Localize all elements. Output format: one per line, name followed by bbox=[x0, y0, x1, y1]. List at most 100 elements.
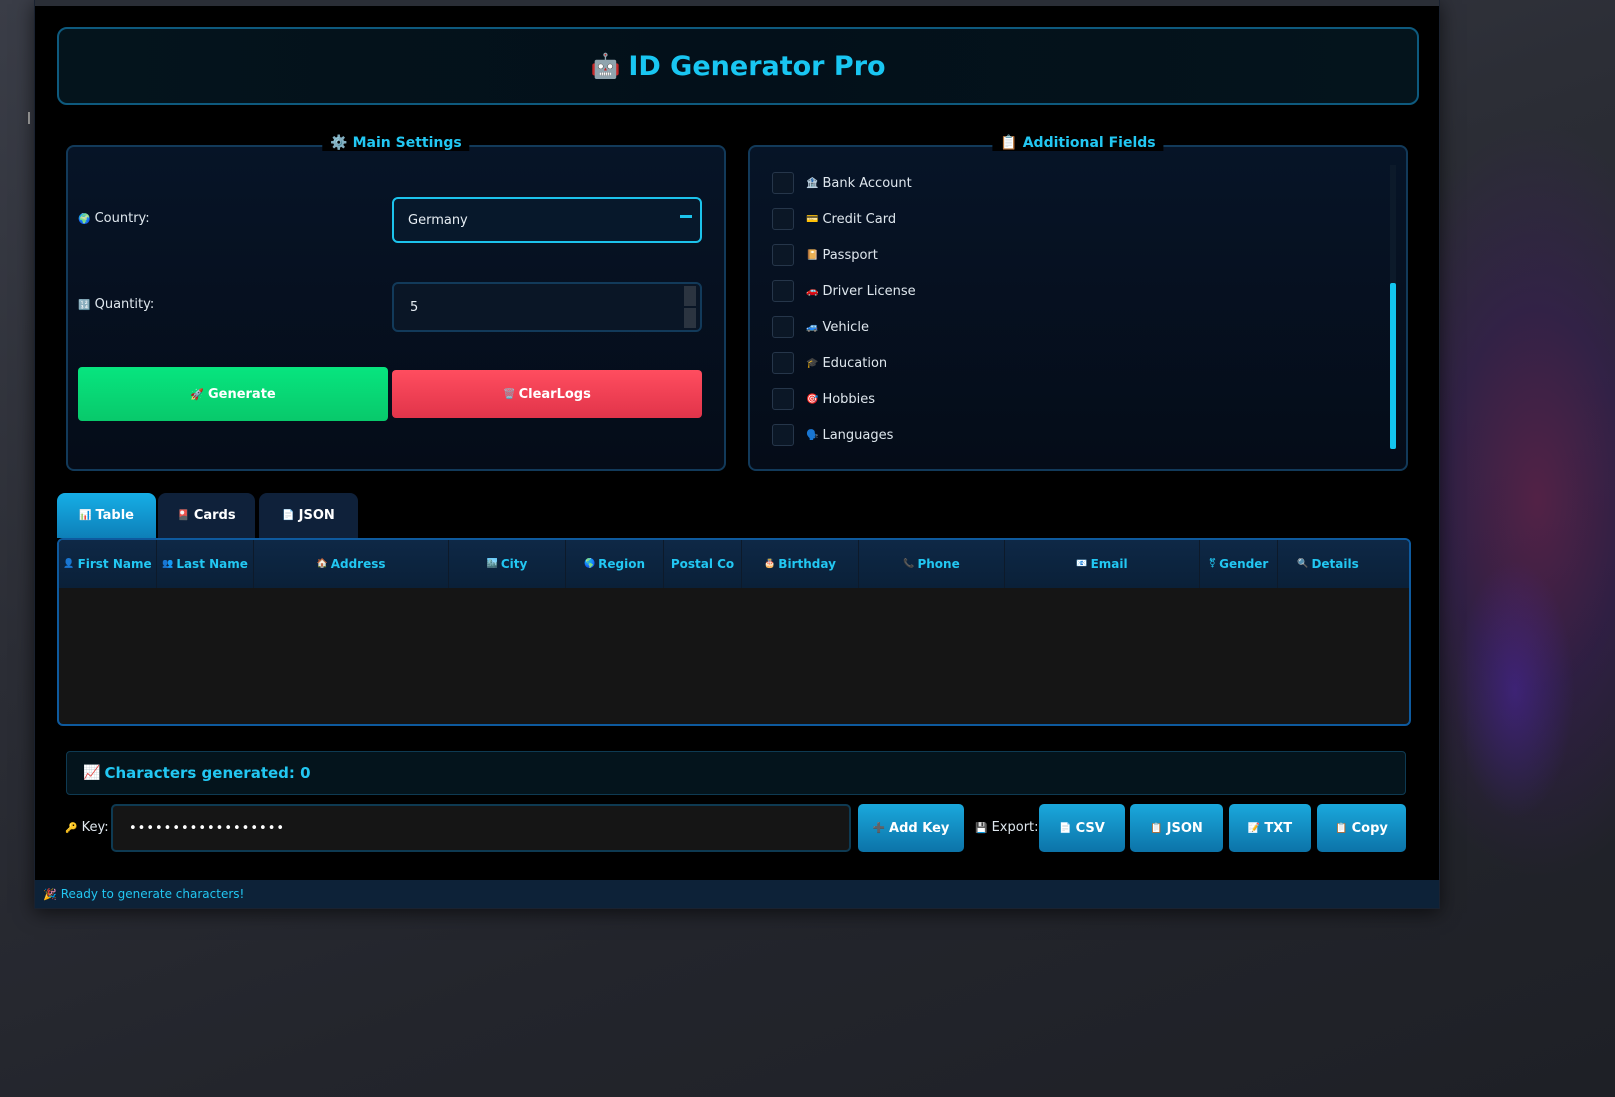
export-txt-button[interactable]: 📝 TXT bbox=[1229, 804, 1311, 852]
driver-license-checkbox[interactable] bbox=[772, 280, 794, 302]
column-header-birthday[interactable]: 🎂 Birthday bbox=[742, 540, 859, 588]
app-title: ID Generator Pro bbox=[628, 50, 886, 82]
dropdown-indicator-icon[interactable] bbox=[680, 215, 692, 218]
key-icon: 🔑 bbox=[65, 823, 78, 834]
email-icon: 📧 bbox=[1076, 559, 1088, 569]
tab-cards[interactable]: 🎴 Cards bbox=[158, 493, 255, 538]
passport-icon: 📔 bbox=[806, 249, 819, 261]
car-icon: 🚗 bbox=[806, 285, 819, 297]
chart-up-icon: 📈 bbox=[83, 765, 101, 781]
person-icon: 👤 bbox=[63, 559, 75, 569]
languages-checkbox[interactable] bbox=[772, 424, 794, 446]
copy-button[interactable]: 📋 Copy bbox=[1317, 804, 1406, 852]
country-select-value: Germany bbox=[408, 212, 468, 228]
bar-chart-icon: 📊 bbox=[79, 510, 92, 521]
quantity-label: 🔢 Quantity: bbox=[78, 297, 155, 312]
key-label: 🔑 Key: bbox=[65, 820, 109, 835]
key-masked-value: •••••••••••••••••• bbox=[129, 820, 286, 836]
robot-icon: 🤖 bbox=[590, 52, 621, 80]
key-password-field[interactable]: •••••••••••••••••• bbox=[111, 804, 851, 852]
globe-icon: 🌍 bbox=[78, 214, 91, 225]
quantity-stepper[interactable] bbox=[684, 286, 696, 328]
window-top-bar[interactable] bbox=[35, 0, 1439, 6]
field-option-driver-license[interactable]: 🚗 Driver License bbox=[772, 273, 916, 309]
table-header-row: 👤 First Name 👥 Last Name 🏠 Address 🏙️ Ci… bbox=[59, 540, 1409, 588]
bank-icon: 🏦 bbox=[806, 177, 819, 189]
stepper-down-button[interactable] bbox=[684, 308, 696, 328]
characters-generated-text: Characters generated: 0 bbox=[104, 764, 311, 782]
vehicle-checkbox[interactable] bbox=[772, 316, 794, 338]
column-header-gender[interactable]: ⚧ Gender bbox=[1200, 540, 1278, 588]
cityscape-icon: 🏙️ bbox=[486, 559, 498, 569]
trash-icon: 🗑️ bbox=[503, 388, 516, 400]
credit-card-checkbox[interactable] bbox=[772, 208, 794, 230]
additional-fields-title: 📋 Additional Fields bbox=[992, 135, 1164, 151]
status-text: Ready to generate characters! bbox=[60, 887, 245, 901]
plus-icon: ➕ bbox=[872, 822, 886, 834]
text-cursor-mark bbox=[28, 112, 30, 124]
column-header-last-name[interactable]: 👥 Last Name bbox=[157, 540, 254, 588]
status-bar: 🎉 Ready to generate characters! bbox=[35, 880, 1439, 908]
desktop-wallpaper-shard bbox=[1455, 560, 1575, 820]
clear-logs-button[interactable]: 🗑️ ClearLogs bbox=[392, 370, 702, 418]
main-settings-group: ⚙️ Main Settings 🌍 Country: Germany 🔢 Qu… bbox=[66, 135, 726, 471]
main-settings-title: ⚙️ Main Settings bbox=[322, 135, 470, 151]
column-header-first-name[interactable]: 👤 First Name bbox=[59, 540, 157, 588]
gender-icon: ⚧ bbox=[1208, 559, 1217, 569]
numbers-icon: 🔢 bbox=[78, 300, 91, 311]
target-icon: 🎯 bbox=[806, 393, 819, 405]
quantity-spinbox[interactable]: 5 bbox=[392, 282, 702, 332]
app-title-banner: 🤖 ID Generator Pro bbox=[57, 27, 1419, 105]
suv-icon: 🚙 bbox=[806, 321, 819, 333]
globe-americas-icon: 🌎 bbox=[583, 559, 596, 569]
speaking-head-icon: 🗣️ bbox=[806, 429, 819, 441]
floppy-disk-icon: 💾 bbox=[975, 823, 988, 834]
country-label: 🌍 Country: bbox=[78, 211, 150, 226]
bank-account-checkbox[interactable] bbox=[772, 172, 794, 194]
field-option-vehicle[interactable]: 🚙 Vehicle bbox=[772, 309, 916, 345]
field-option-credit-card[interactable]: 💳 Credit Card bbox=[772, 201, 916, 237]
export-label: 💾 Export: bbox=[975, 820, 1039, 835]
cards-icon: 🎴 bbox=[177, 510, 190, 521]
field-option-education[interactable]: 🎓 Education bbox=[772, 345, 916, 381]
characters-generated-bar: 📈 Characters generated: 0 bbox=[66, 751, 1406, 795]
education-checkbox[interactable] bbox=[772, 352, 794, 374]
field-option-passport[interactable]: 📔 Passport bbox=[772, 237, 916, 273]
export-csv-button[interactable]: 📄 CSV bbox=[1039, 804, 1125, 852]
rocket-icon: 🚀 bbox=[190, 387, 204, 401]
column-header-region[interactable]: 🌎 Region bbox=[566, 540, 664, 588]
column-header-phone[interactable]: 📞 Phone bbox=[859, 540, 1005, 588]
results-table: 👤 First Name 👥 Last Name 🏠 Address 🏙️ Ci… bbox=[57, 538, 1411, 726]
field-option-hobbies[interactable]: 🎯 Hobbies bbox=[772, 381, 916, 417]
people-icon: 👥 bbox=[162, 559, 174, 569]
column-header-details[interactable]: 🔍 Details bbox=[1278, 540, 1378, 588]
country-select[interactable]: Germany bbox=[392, 197, 702, 243]
field-option-languages[interactable]: 🗣️ Languages bbox=[772, 417, 916, 453]
gear-icon: ⚙️ bbox=[330, 135, 348, 151]
phone-icon: 📞 bbox=[903, 559, 915, 569]
quantity-value: 5 bbox=[410, 299, 419, 315]
additional-fields-scrollbar[interactable] bbox=[1390, 165, 1396, 449]
additional-fields-group: 📋 Additional Fields 🏦 Bank Account 💳 Cre… bbox=[748, 135, 1408, 471]
column-header-postal-code[interactable]: Postal Co bbox=[664, 540, 742, 588]
passport-checkbox[interactable] bbox=[772, 244, 794, 266]
generate-button[interactable]: 🚀 Generate bbox=[78, 367, 388, 421]
document-icon: 📄 bbox=[1059, 822, 1072, 834]
add-key-button[interactable]: ➕ Add Key bbox=[858, 804, 964, 852]
magnifier-icon: 🔍 bbox=[1297, 559, 1309, 569]
stepper-up-button[interactable] bbox=[684, 286, 696, 306]
memo-icon: 📝 bbox=[1247, 822, 1261, 834]
cake-icon: 🎂 bbox=[764, 559, 776, 569]
clipboard-icon: 📋 bbox=[1150, 822, 1163, 834]
column-header-address[interactable]: 🏠 Address bbox=[254, 540, 449, 588]
column-header-city[interactable]: 🏙️ City bbox=[449, 540, 566, 588]
scrollbar-thumb[interactable] bbox=[1390, 283, 1396, 449]
export-json-button[interactable]: 📋 JSON bbox=[1130, 804, 1223, 852]
credit-card-icon: 💳 bbox=[806, 213, 819, 225]
graduation-cap-icon: 🎓 bbox=[806, 357, 819, 369]
field-option-bank-account[interactable]: 🏦 Bank Account bbox=[772, 165, 916, 201]
hobbies-checkbox[interactable] bbox=[772, 388, 794, 410]
tab-table[interactable]: 📊 Table bbox=[57, 493, 156, 538]
column-header-email[interactable]: 📧 Email bbox=[1005, 540, 1200, 588]
tab-json[interactable]: 📄 JSON bbox=[259, 493, 358, 538]
